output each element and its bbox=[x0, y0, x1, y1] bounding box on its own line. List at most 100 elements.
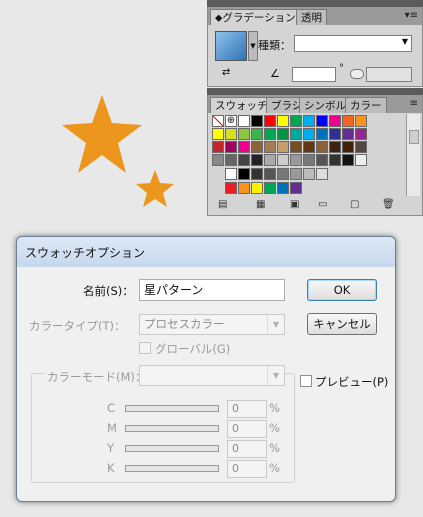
swatch-item[interactable] bbox=[342, 141, 354, 153]
channel-value-input[interactable]: 0 bbox=[227, 400, 267, 418]
swatch-item[interactable] bbox=[212, 128, 224, 140]
swatch-item[interactable] bbox=[251, 182, 263, 194]
swatch-item[interactable] bbox=[264, 141, 276, 153]
new-color-group-icon[interactable]: ▭ bbox=[318, 199, 327, 210]
delete-swatch-icon[interactable]: 🗑 bbox=[382, 199, 395, 210]
panel-grip[interactable] bbox=[207, 88, 423, 95]
swatch-item[interactable] bbox=[238, 115, 250, 127]
swatch-item[interactable] bbox=[264, 154, 276, 166]
channel-slider[interactable] bbox=[125, 465, 219, 472]
swatch-item[interactable] bbox=[225, 154, 237, 166]
channel-value-input[interactable]: 0 bbox=[227, 440, 267, 458]
swatch-item[interactable] bbox=[355, 128, 367, 140]
tab-color[interactable]: カラー bbox=[345, 97, 387, 113]
swatch-item[interactable] bbox=[316, 115, 328, 127]
swatch-item[interactable] bbox=[238, 128, 250, 140]
swatch-item[interactable] bbox=[342, 154, 354, 166]
swatch-item[interactable] bbox=[303, 115, 315, 127]
preview-checkbox[interactable] bbox=[300, 375, 312, 387]
channel-slider[interactable] bbox=[125, 405, 219, 412]
gradient-dropdown-icon[interactable]: ▼ bbox=[248, 31, 258, 61]
swatch-item[interactable] bbox=[290, 128, 302, 140]
swatch-item[interactable] bbox=[251, 141, 263, 153]
swatch-item[interactable] bbox=[264, 168, 276, 180]
swatch-item[interactable] bbox=[277, 141, 289, 153]
panel-menu-icon[interactable]: ≡ bbox=[410, 98, 418, 109]
location-input[interactable] bbox=[366, 67, 412, 82]
swatch-item[interactable] bbox=[225, 182, 237, 194]
swatch-item[interactable] bbox=[316, 128, 328, 140]
swatch-item[interactable] bbox=[225, 141, 237, 153]
swatch-item[interactable] bbox=[329, 154, 341, 166]
ok-button[interactable]: OK bbox=[307, 279, 377, 301]
channel-slider[interactable] bbox=[125, 425, 219, 432]
swatch-item[interactable] bbox=[329, 115, 341, 127]
swatch-item[interactable] bbox=[277, 115, 289, 127]
swatch-item[interactable] bbox=[238, 154, 250, 166]
tab-swatches[interactable]: スウォッチ bbox=[210, 97, 273, 113]
swatch-options-icon[interactable]: ▣ bbox=[290, 199, 299, 210]
tab-symbols[interactable]: シンボル bbox=[299, 97, 351, 113]
swatch-name-field[interactable]: 星パターン bbox=[139, 279, 285, 301]
gradient-preview[interactable] bbox=[215, 31, 247, 61]
swatch-item[interactable] bbox=[342, 115, 354, 127]
reverse-gradient-icon[interactable]: ⇄ bbox=[222, 67, 230, 78]
new-swatch-icon[interactable]: ▢ bbox=[350, 199, 359, 210]
swatch-item[interactable] bbox=[290, 115, 302, 127]
color-mode-select[interactable]: ▼ bbox=[139, 365, 285, 386]
swatch-item[interactable] bbox=[277, 128, 289, 140]
swatch-item[interactable] bbox=[355, 154, 367, 166]
swatch-item[interactable] bbox=[251, 168, 263, 180]
swatch-item[interactable] bbox=[264, 128, 276, 140]
show-kinds-icon[interactable]: ▦ bbox=[256, 199, 265, 210]
swatch-item[interactable] bbox=[238, 168, 250, 180]
cancel-button[interactable]: キャンセル bbox=[307, 313, 377, 335]
swatch-item[interactable] bbox=[277, 182, 289, 194]
type-select[interactable]: ▼ bbox=[294, 35, 412, 52]
swatch-item[interactable] bbox=[303, 168, 315, 180]
swatch-item[interactable] bbox=[355, 141, 367, 153]
swatch-item[interactable] bbox=[225, 128, 237, 140]
swatch-item[interactable] bbox=[290, 154, 302, 166]
swatch-item[interactable] bbox=[303, 154, 315, 166]
swatch-item[interactable] bbox=[251, 128, 263, 140]
swatch-item[interactable] bbox=[329, 128, 341, 140]
swatch-item[interactable] bbox=[316, 141, 328, 153]
swatch-item[interactable] bbox=[277, 154, 289, 166]
swatch-item[interactable] bbox=[342, 128, 354, 140]
swatch-item[interactable] bbox=[290, 182, 302, 194]
swatch-scrollbar[interactable] bbox=[406, 114, 420, 196]
tab-transparency[interactable]: 透明 bbox=[296, 9, 327, 25]
swatch-item[interactable] bbox=[303, 141, 315, 153]
swatch-item[interactable]: ⊕ bbox=[225, 115, 237, 127]
swatch-item[interactable] bbox=[277, 168, 289, 180]
panel-grip[interactable] bbox=[207, 0, 423, 7]
swatch-item[interactable] bbox=[212, 154, 224, 166]
channel-slider[interactable] bbox=[125, 445, 219, 452]
swatch-item[interactable] bbox=[225, 168, 237, 180]
channel-value-input[interactable]: 0 bbox=[227, 420, 267, 438]
swatch-item[interactable] bbox=[355, 115, 367, 127]
swatch-item[interactable] bbox=[238, 182, 250, 194]
swatch-item[interactable] bbox=[290, 168, 302, 180]
swatch-library-icon[interactable]: ▤ bbox=[218, 199, 227, 210]
global-checkbox[interactable] bbox=[139, 342, 151, 354]
swatch-item[interactable] bbox=[251, 115, 263, 127]
swatch-item[interactable] bbox=[238, 141, 250, 153]
swatch-item[interactable] bbox=[251, 154, 263, 166]
swatch-item[interactable] bbox=[212, 141, 224, 153]
global-label: グローバル(G) bbox=[155, 342, 231, 356]
panel-menu-icon[interactable]: ▾≡ bbox=[405, 10, 418, 21]
angle-input[interactable] bbox=[292, 67, 336, 82]
channel-value-input[interactable]: 0 bbox=[227, 460, 267, 478]
tab-gradient[interactable]: ⬥グラデーション bbox=[210, 9, 301, 25]
swatch-item[interactable] bbox=[303, 128, 315, 140]
swatch-item[interactable] bbox=[290, 141, 302, 153]
swatch-item[interactable] bbox=[329, 141, 341, 153]
swatch-item[interactable] bbox=[264, 182, 276, 194]
swatch-item[interactable] bbox=[316, 168, 328, 180]
swatch-item[interactable] bbox=[212, 115, 224, 127]
swatch-item[interactable] bbox=[264, 115, 276, 127]
swatch-item[interactable] bbox=[316, 154, 328, 166]
color-type-select[interactable]: プロセスカラー ▼ bbox=[139, 314, 285, 335]
